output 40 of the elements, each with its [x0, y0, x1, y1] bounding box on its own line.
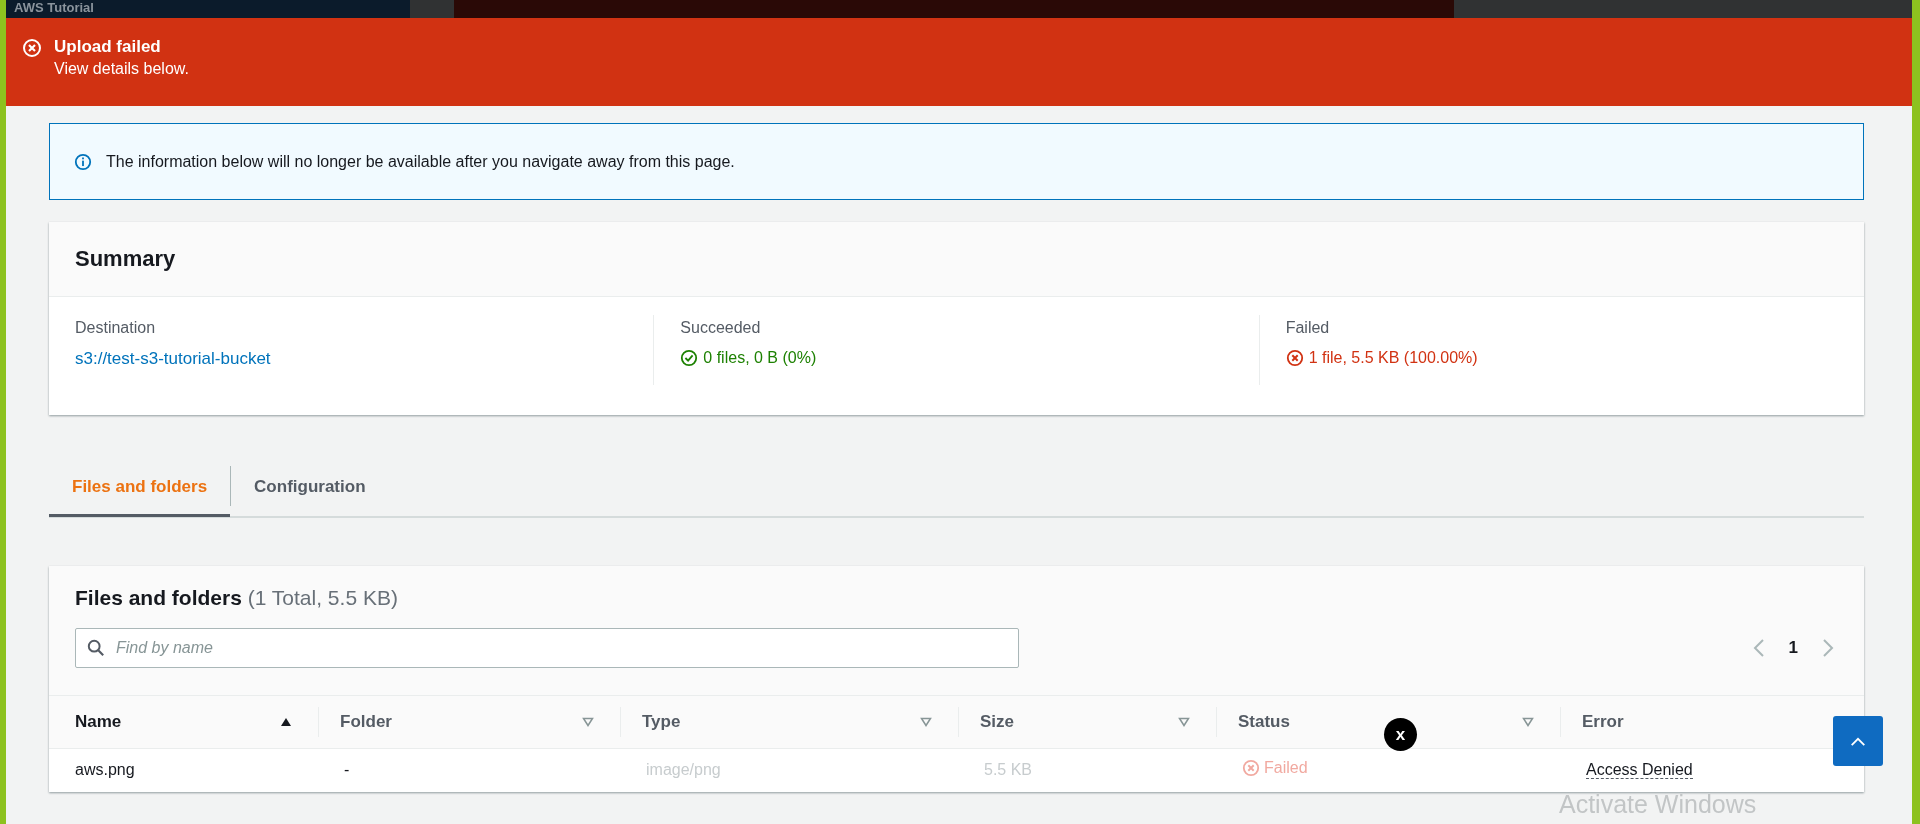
error-icon — [22, 38, 42, 58]
table-cell: aws.png — [75, 761, 135, 778]
summary-title: Summary — [75, 246, 176, 272]
info-message: The information below will no longer be available after you navigate away from this page. — [106, 152, 735, 171]
check-circle-icon — [680, 349, 699, 367]
page-number[interactable]: 1 — [1788, 638, 1798, 658]
table-cell: - — [344, 761, 350, 778]
destination-link[interactable]: s3://test-s3-tutorial-bucket — [75, 349, 271, 369]
chevron-up-icon — [1849, 735, 1867, 747]
column-header[interactable]: Folder — [340, 712, 392, 732]
banner-title: Upload failed — [54, 36, 162, 58]
sort-icon[interactable] — [582, 717, 594, 727]
sort-icon[interactable] — [1178, 717, 1190, 727]
column-header[interactable]: Name — [75, 712, 122, 732]
sort-ascending-icon[interactable] — [280, 717, 292, 727]
status-text: Failed — [1264, 759, 1308, 777]
summary-value: 1 file, 5.5 KB (100.00%) — [1308, 349, 1478, 367]
summary-value: 0 files, 0 B (0%) — [703, 349, 817, 367]
search-field[interactable]: Find by name — [75, 628, 1019, 668]
error-link[interactable]: Access Denied — [1586, 761, 1693, 779]
column-header[interactable]: Status — [1238, 712, 1290, 732]
previous-page-icon[interactable] — [1752, 638, 1765, 658]
tutorial-title: AWS Tutorial — [13, 0, 95, 15]
column-header[interactable]: Type — [642, 712, 681, 732]
error-icon — [1285, 349, 1304, 367]
tab[interactable]: Configuration — [231, 456, 389, 517]
info-icon — [74, 152, 92, 171]
column-header[interactable]: Error — [1582, 712, 1624, 732]
summary-label: Failed — [1285, 319, 1331, 337]
error-icon — [1242, 759, 1260, 777]
table-cell: image/png — [646, 761, 721, 778]
sort-icon[interactable] — [920, 717, 932, 727]
next-page-icon[interactable] — [1822, 638, 1834, 658]
summary-label: Destination — [75, 319, 157, 337]
summary-label: Succeeded — [680, 319, 762, 337]
sort-icon[interactable] — [1522, 717, 1534, 727]
banner-message: View details below. — [54, 59, 189, 79]
files-title: Files and folders (1 Total, 5.5 KB) — [75, 586, 399, 610]
table-cell: 5.5 KB — [984, 761, 1033, 778]
column-header[interactable]: Size — [980, 712, 1015, 732]
